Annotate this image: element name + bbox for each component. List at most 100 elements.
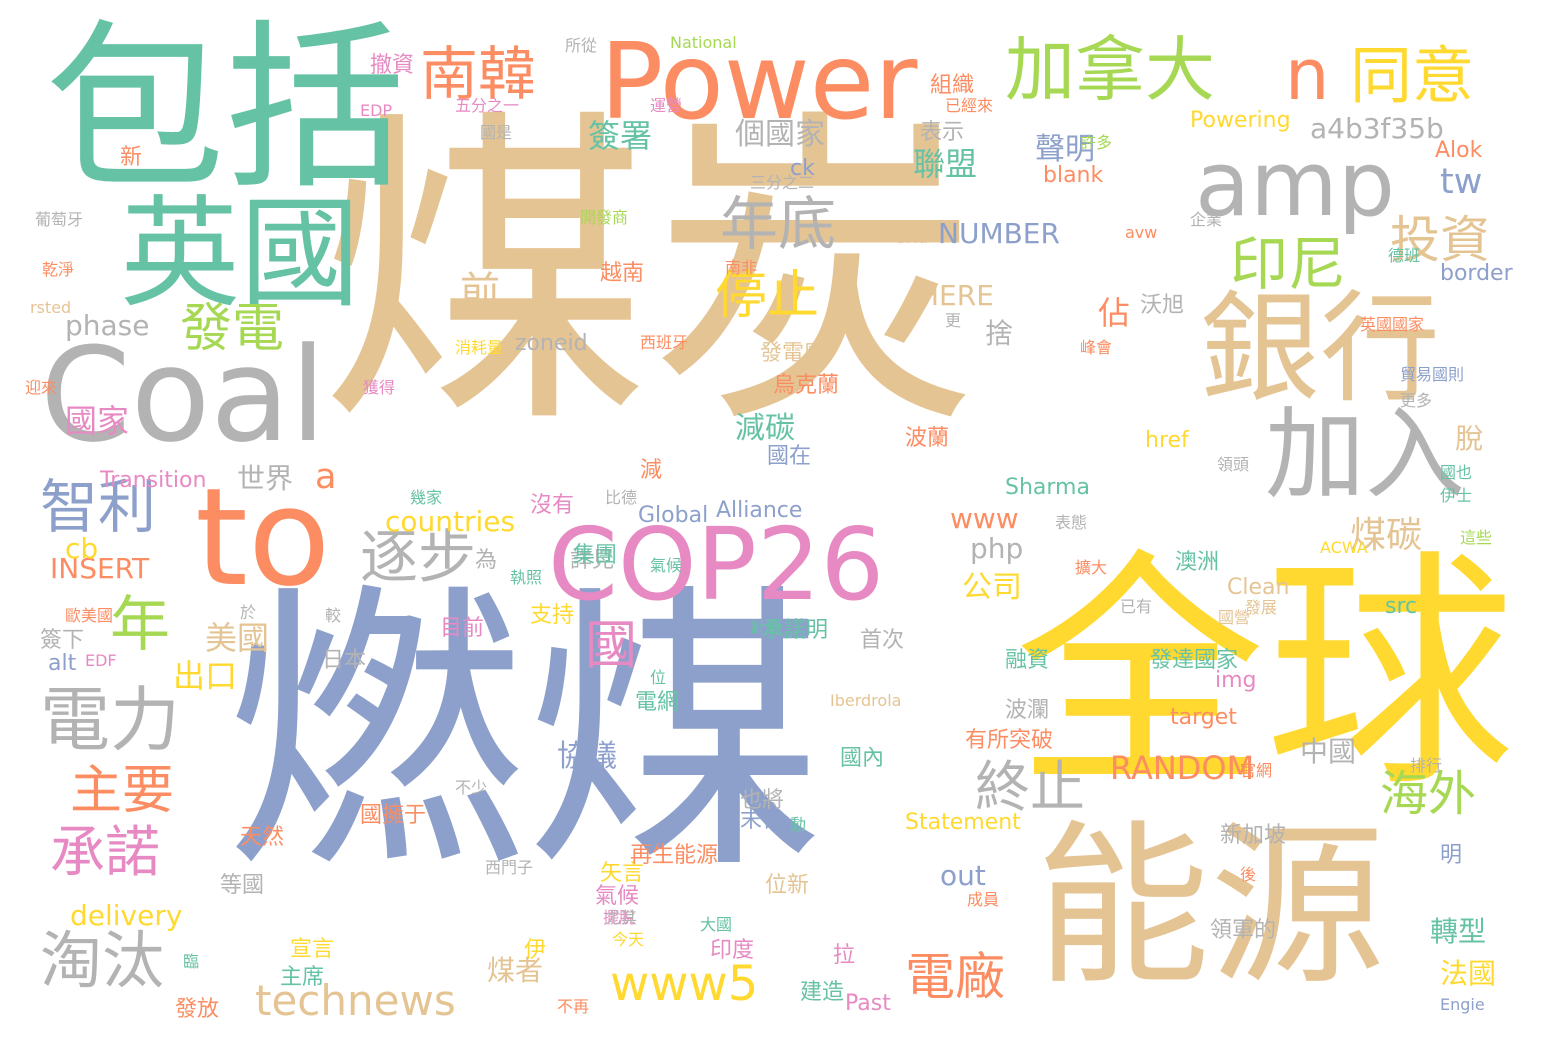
cloud-word: Global [638, 503, 709, 528]
cloud-word: 執照 [510, 568, 543, 587]
cloud-word: 簽下 [40, 628, 85, 653]
cloud-word: 臨 [183, 952, 200, 971]
cloud-word: 聯盟 [913, 145, 978, 183]
cloud-word: 前 [460, 269, 500, 315]
cloud-word: 年底 [720, 190, 837, 258]
cloud-word: 法國 [1440, 957, 1497, 990]
cloud-word: 不少 [455, 778, 488, 797]
cloud-word: 表示 [920, 120, 965, 145]
cloud-word: 澳洲 [1175, 550, 1220, 575]
cloud-word: 葡萄牙 [35, 210, 84, 229]
cloud-word: 發電 [180, 299, 285, 359]
cloud-word: 個國家 [735, 117, 825, 152]
cloud-word: 轉型 [1430, 915, 1487, 948]
cloud-word: 歐美國 [65, 606, 114, 625]
cloud-word: a [315, 457, 337, 497]
cloud-word: 貿易國則 [1400, 365, 1465, 384]
cloud-word: 沒有 [530, 493, 575, 518]
cloud-word: 組織 [930, 73, 975, 98]
cloud-word: amp [1195, 132, 1395, 237]
cloud-word: 國營 [1218, 608, 1251, 627]
cloud-word: 天然 [240, 825, 285, 850]
cloud-word: 海外 [1380, 766, 1477, 822]
cloud-word: php [970, 532, 1024, 565]
cloud-word: 不再 [557, 997, 590, 1016]
cloud-word: 領頭 [1217, 455, 1250, 474]
cloud-word: 發電廠 [760, 341, 827, 366]
cloud-word: National [670, 33, 737, 52]
cloud-word: 峰會 [1080, 338, 1113, 357]
cloud-word: 電廠 [905, 948, 1005, 1006]
cloud-word: 位新 [765, 873, 810, 898]
cloud-word: 燃煤 [225, 560, 825, 909]
cloud-word: 今天 [612, 930, 645, 949]
word-cloud: 煤炭 燃煤 全球 能源 包括 Power Coal to COP26 銀行 amp 英國 加入 加拿大 n 同… [0, 0, 1548, 1052]
cloud-word: 運營 [650, 96, 683, 115]
cloud-word: Alliance [716, 498, 803, 523]
cloud-word: 煤炭 [320, 83, 980, 467]
cloud-word: rsted [30, 298, 72, 317]
cloud-word: 協議 [557, 739, 617, 774]
cloud-word: 氣候 [650, 556, 683, 575]
cloud-word: 世界 [237, 462, 294, 495]
cloud-word: 簽署 [588, 117, 653, 155]
cloud-word: 捨 [985, 317, 1014, 350]
cloud-word: 新加坡 [1220, 823, 1287, 848]
cloud-word: Grid [894, 228, 928, 247]
cloud-word: 國在 [767, 444, 812, 469]
cloud-word: 末日 [740, 808, 785, 833]
cloud-word: 首次 [860, 628, 905, 653]
cloud-word: target [1170, 705, 1237, 730]
cloud-word: 領軍的 [1210, 918, 1277, 943]
cloud-word: 為 [475, 548, 498, 573]
cloud-word: 這些 [1460, 528, 1493, 547]
cloud-word: 更 [945, 311, 962, 330]
cloud-word: 擴大 [1075, 558, 1108, 577]
cloud-word: blank [1043, 163, 1104, 188]
cloud-word: 發放 [175, 997, 220, 1022]
cloud-word: 幾家 [410, 488, 443, 507]
cloud-word: Engie [1440, 995, 1485, 1014]
cloud-word: 脫 [1455, 422, 1484, 455]
cloud-word: 發達國家 [1150, 648, 1239, 673]
cloud-word: 氣候 [595, 884, 640, 909]
cloud-word: 承諾 [50, 820, 161, 884]
cloud-word: 迎來 [25, 378, 58, 397]
cloud-word: delivery [70, 899, 183, 932]
cloud-word: 出口 [173, 657, 238, 695]
cloud-word: 動 [790, 815, 807, 834]
cloud-word: 公司 [962, 570, 1022, 605]
cloud-word: 國是 [480, 123, 513, 142]
cloud-word: countries [385, 505, 516, 538]
cloud-word: HERE [918, 279, 994, 312]
cloud-word: 尤其 [605, 908, 638, 927]
cloud-word: 減 [640, 458, 663, 483]
cloud-word: EDF [85, 651, 117, 670]
cloud-word: 消耗量 [455, 338, 504, 357]
cloud-word: 新 [120, 145, 143, 170]
cloud-word: 國家 [65, 402, 130, 440]
cloud-word: 日本 [322, 648, 367, 673]
cloud-word: 年 [110, 590, 170, 660]
cloud-word: 成員 [967, 890, 1000, 909]
cloud-word: 位 [650, 668, 667, 687]
cloud-word: 烏克蘭 [773, 373, 840, 398]
cloud-word: 三分之二 [750, 173, 815, 192]
cloud-word: 英國 [120, 185, 360, 324]
cloud-word: www [950, 502, 1019, 535]
cloud-word: cb [65, 532, 99, 565]
cloud-word: 已經來 [945, 96, 994, 115]
cloud-word: 淘汰 [40, 924, 165, 997]
cloud-word: Clean [1227, 575, 1290, 600]
cloud-word: img [1215, 668, 1257, 693]
cloud-word: href [1145, 428, 1189, 453]
cloud-word: 國內 [840, 746, 885, 771]
cloud-word: 獲得 [363, 378, 396, 397]
cloud-word: 企業 [1190, 210, 1223, 229]
cloud-word: 減碳 [735, 411, 795, 446]
cloud-word: 電力 [40, 679, 180, 761]
cloud-word: 拉 [833, 943, 856, 968]
cloud-word: 主席 [280, 965, 325, 990]
cloud-word: 五分之一 [455, 96, 520, 115]
cloud-word: 已有 [1120, 597, 1153, 616]
